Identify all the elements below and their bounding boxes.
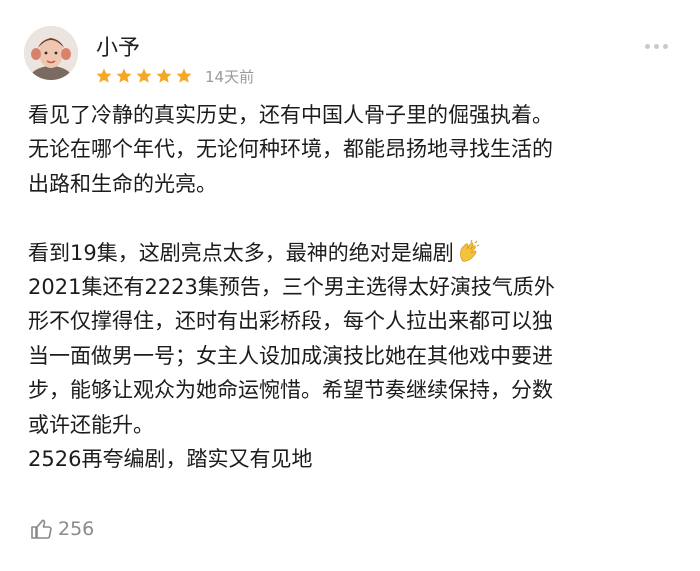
like-button[interactable]: 256: [30, 517, 94, 541]
star-icon: [116, 68, 132, 83]
review-line: 无论在哪个年代，无论何种环境，都能昂扬地寻找生活的: [28, 137, 553, 162]
thumbs-up-icon: [31, 519, 52, 539]
review-line: 看到19集，这剧亮点太多，最神的绝对是编剧: [28, 240, 454, 265]
review-line: 或许还能升。: [28, 412, 154, 437]
more-options-button[interactable]: [645, 44, 668, 49]
dot-icon: [645, 44, 650, 49]
like-count: 256: [58, 518, 95, 540]
star-icon: [156, 68, 172, 83]
star-icon: [96, 68, 112, 83]
review-line-with-emoji: 看到19集，这剧亮点太多，最神的绝对是编剧: [28, 236, 684, 270]
user-avatar-image: [24, 26, 78, 80]
post-time: 14天前: [205, 67, 255, 86]
star-icon: [176, 68, 192, 83]
star-icon: [136, 68, 152, 83]
avatar[interactable]: [24, 26, 78, 80]
review-line: 2526再夸编剧，踏实又有见地: [28, 447, 313, 472]
clapping-hands-icon: [459, 239, 480, 262]
rating: 14天前: [95, 66, 254, 86]
dot-icon: [663, 44, 668, 49]
review-card: 小予 14天前 看见了冷静的真实历史，还有中国人骨子里的倔强执着。 无论在哪个年…: [0, 0, 700, 571]
review-line: 出路和生命的光亮。: [28, 171, 217, 196]
dot-icon: [654, 44, 659, 49]
review-line: 2021集还有2223集预告，三个男主选得太好演技气质外: [28, 275, 555, 300]
review-line: 形不仅撑得住，还时有出彩桥段，每个人拉出来都可以独: [28, 309, 553, 334]
review-line: 步，能够让观众为她命运惋惜。希望节奏继续保持，分数: [28, 378, 553, 403]
username[interactable]: 小予: [96, 30, 140, 62]
review-text: 看见了冷静的真实历史，还有中国人骨子里的倔强执着。 无论在哪个年代，无论何种环境…: [28, 98, 684, 476]
review-line: 看见了冷静的真实历史，还有中国人骨子里的倔强执着。: [28, 103, 553, 127]
review-line: 当一面做男一号；女主人设加成演技比她在其他戏中要进: [28, 343, 553, 368]
